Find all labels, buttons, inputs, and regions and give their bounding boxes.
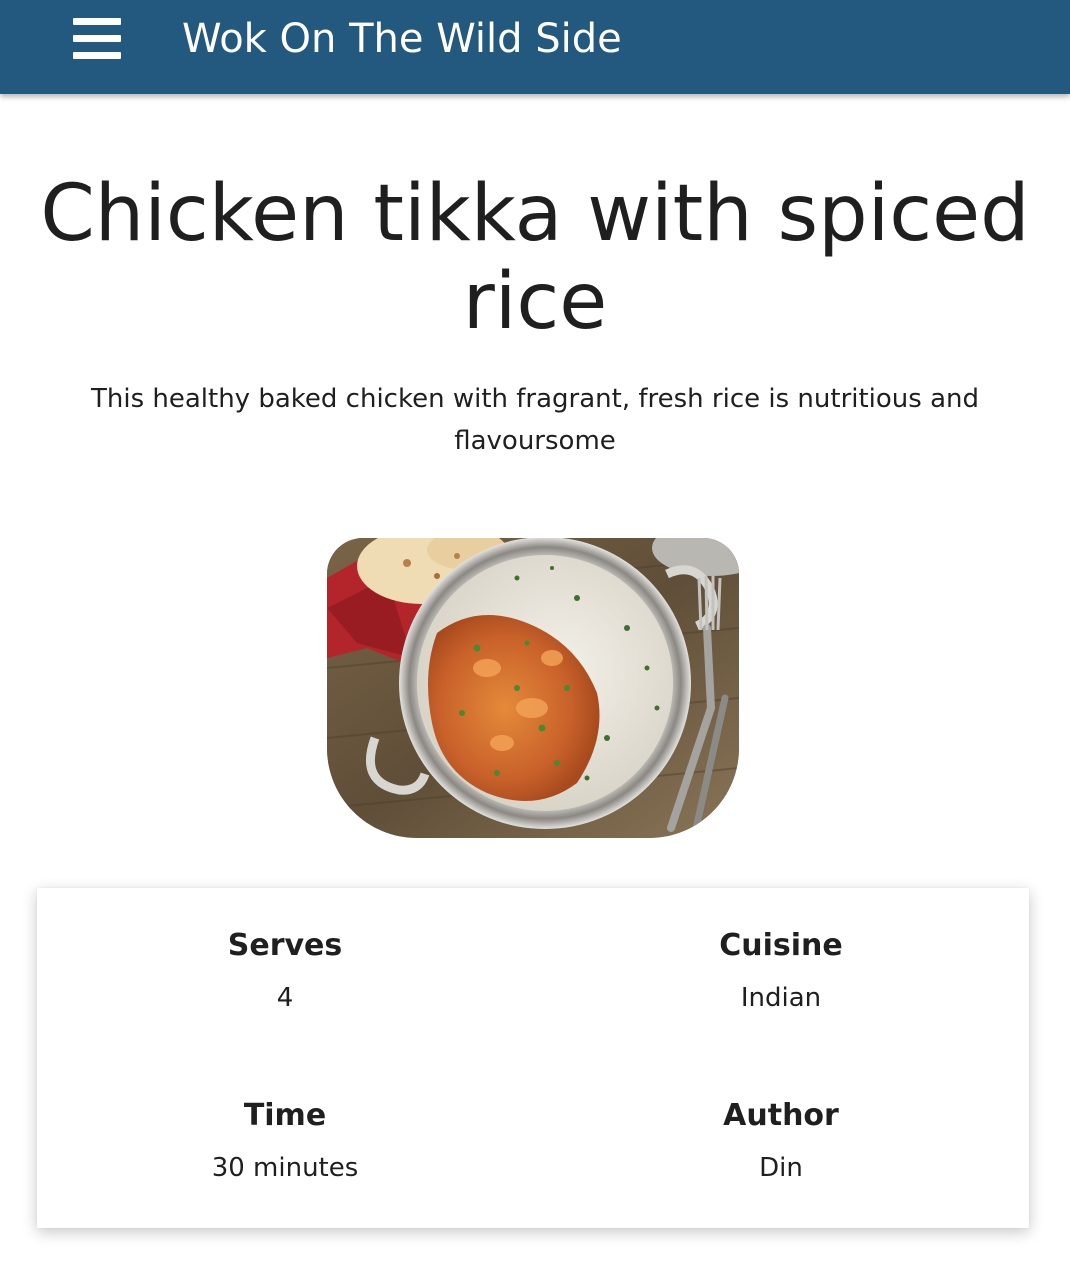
menu-bar — [73, 52, 121, 59]
detail-serves: Serves 4 — [37, 924, 533, 1018]
detail-author: Author Din — [533, 1094, 1029, 1188]
detail-value: Din — [759, 1153, 803, 1183]
site-header: Wok On The Wild Side — [0, 0, 1070, 94]
hamburger-menu-icon[interactable] — [66, 12, 128, 66]
menu-bar — [73, 35, 121, 42]
detail-label: Time — [243, 1098, 327, 1133]
menu-bar — [73, 18, 121, 25]
detail-value: 30 minutes — [211, 1153, 359, 1183]
detail-value: 4 — [276, 983, 294, 1013]
recipe-photo — [327, 538, 739, 838]
detail-label: Cuisine — [719, 928, 843, 963]
recipe-details-card: Serves 4 Cuisine Indian Time 30 minutes … — [37, 888, 1029, 1228]
detail-time: Time 30 minutes — [37, 1094, 533, 1188]
site-title[interactable]: Wok On The Wild Side — [182, 10, 622, 68]
detail-cuisine: Cuisine Indian — [533, 924, 1029, 1018]
recipe-description: This healthy baked chicken with fragrant… — [90, 384, 980, 456]
recipe-title: Chicken tikka with spiced rice — [40, 169, 1030, 347]
detail-label: Serves — [227, 928, 343, 963]
detail-label: Author — [723, 1098, 839, 1133]
detail-value: Indian — [740, 983, 822, 1013]
